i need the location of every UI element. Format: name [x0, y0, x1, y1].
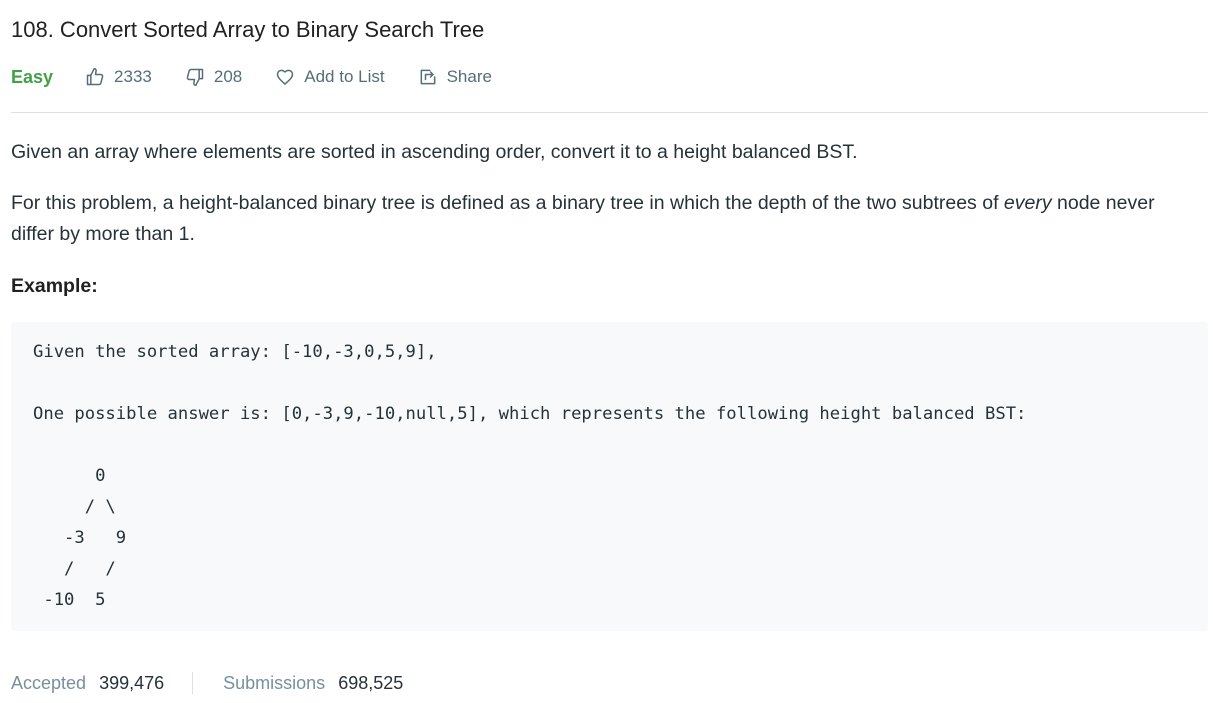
- share-icon: [420, 69, 435, 85]
- accepted-label: Accepted: [11, 672, 87, 693]
- heart-icon: [277, 69, 294, 85]
- submission-stats: Accepted 399,476 Submissions 698,525: [11, 669, 403, 697]
- accepted-value: 399,476: [99, 672, 165, 693]
- description-text: For this problem, a height-balanced bina…: [11, 192, 1004, 214]
- share-button[interactable]: Share: [418, 67, 492, 87]
- submissions-value: 698,525: [338, 672, 404, 693]
- problem-meta-bar: Easy 2333 208 Add to List Share: [11, 64, 492, 90]
- stats-divider: [192, 672, 194, 694]
- description-paragraph: For this problem, a height-balanced bina…: [11, 188, 1201, 250]
- thumbs-down-icon: [186, 68, 204, 87]
- like-count: 2333: [114, 67, 152, 86]
- thumbs-up-icon: [86, 67, 104, 86]
- dislike-count: 208: [213, 67, 243, 86]
- add-to-list-button[interactable]: Add to List: [275, 67, 385, 87]
- add-to-list-label: Add to List: [304, 67, 385, 86]
- emphasis-text: every: [1003, 192, 1052, 214]
- problem-title: 108. Convert Sorted Array to Binary Sear…: [11, 17, 485, 42]
- description-paragraph: Given an array where elements are sorted…: [11, 141, 858, 163]
- header-divider: [11, 112, 1208, 113]
- example-heading: Example:: [11, 275, 98, 297]
- submissions-label: Submissions: [223, 672, 326, 693]
- share-label: Share: [446, 67, 492, 86]
- like-button[interactable]: 2333: [85, 67, 152, 87]
- dislike-button[interactable]: 208: [185, 67, 242, 87]
- difficulty-badge: Easy: [11, 66, 54, 87]
- example-code-block: Given the sorted array: [-10,-3,0,5,9], …: [11, 322, 1208, 631]
- problem-page: 108. Convert Sorted Array to Binary Sear…: [0, 0, 1213, 703]
